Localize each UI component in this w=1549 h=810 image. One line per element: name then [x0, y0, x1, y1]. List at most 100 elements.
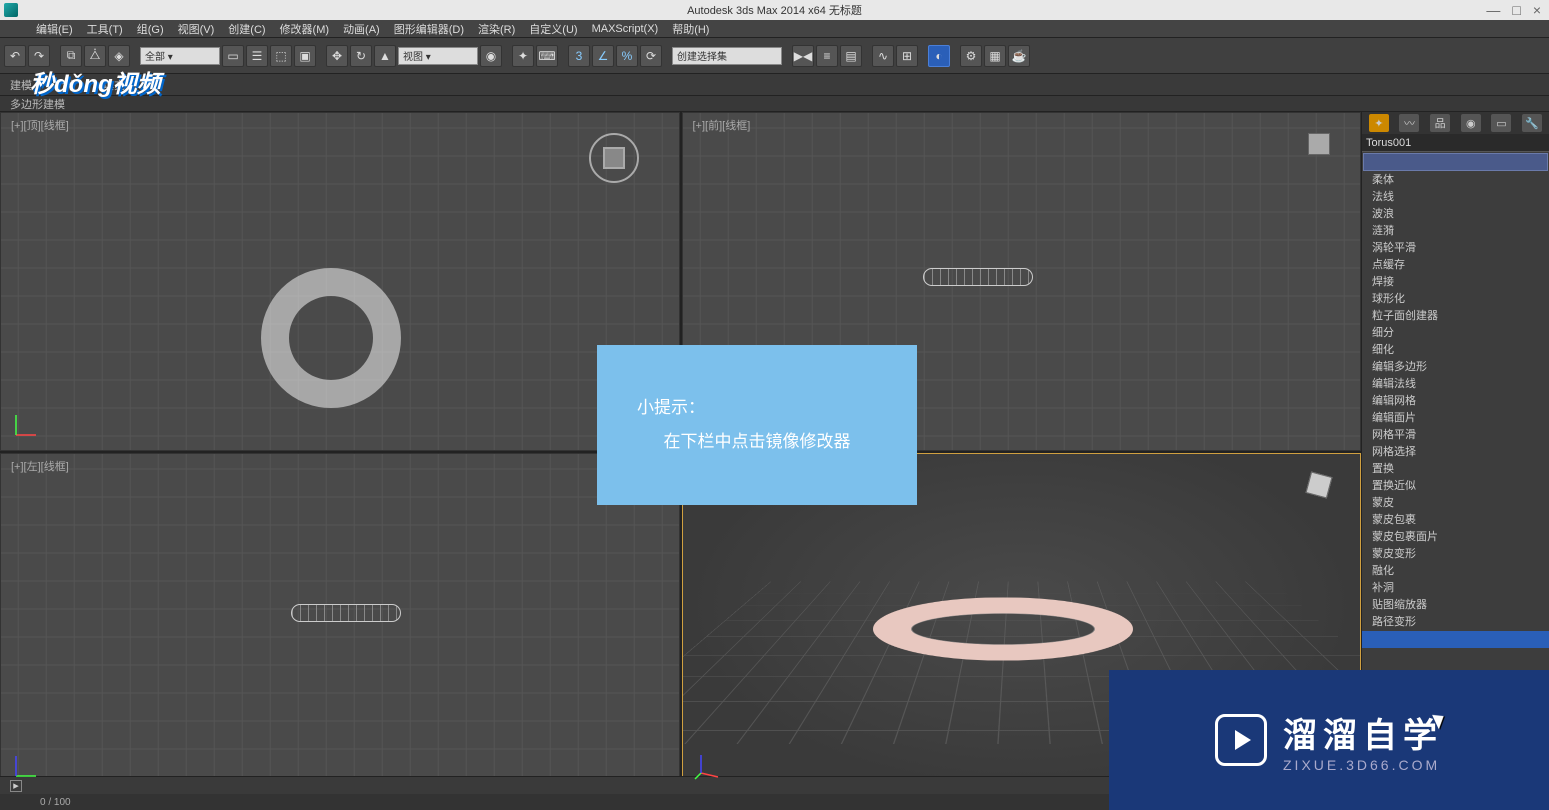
- modifier-item[interactable]: 柔体: [1362, 172, 1549, 189]
- menu-group[interactable]: 组(G): [131, 20, 170, 38]
- torus-wireframe-front: [923, 268, 1033, 286]
- modifier-item[interactable]: 蒙皮包裹: [1362, 512, 1549, 529]
- scale-button[interactable]: ▲: [374, 45, 396, 67]
- maximize-button[interactable]: □: [1512, 2, 1520, 18]
- modifier-item[interactable]: [1362, 631, 1549, 648]
- modifier-item[interactable]: 网格选择: [1362, 444, 1549, 461]
- modifier-item[interactable]: 蒙皮变形: [1362, 546, 1549, 563]
- viewcube-top[interactable]: [589, 133, 639, 183]
- play-selection-button[interactable]: ▸: [10, 780, 22, 792]
- torus-wireframe-left: [291, 604, 401, 622]
- menu-edit[interactable]: 编辑(E): [30, 20, 79, 38]
- pivot-button[interactable]: ◉: [480, 45, 502, 67]
- modifier-item[interactable]: 置换近似: [1362, 478, 1549, 495]
- app-icon: [4, 3, 18, 17]
- modifier-item[interactable]: 编辑面片: [1362, 410, 1549, 427]
- modifier-item[interactable]: [1362, 648, 1549, 665]
- tab-modify-icon[interactable]: 〰: [1399, 114, 1419, 132]
- menu-render[interactable]: 渲染(R): [472, 20, 521, 38]
- viewport-grid: [1, 454, 679, 791]
- mirror-button[interactable]: ▶◀: [792, 45, 814, 67]
- ribbon-tabs: 建模 制 填充: [0, 74, 1549, 96]
- menu-bar: 编辑(E) 工具(T) 组(G) 视图(V) 创建(C) 修改器(M) 动画(A…: [0, 20, 1549, 38]
- modifier-item[interactable]: 网格平滑: [1362, 427, 1549, 444]
- modifier-item[interactable]: 置换: [1362, 461, 1549, 478]
- modifier-dropdown[interactable]: [1363, 153, 1548, 171]
- time-slider-label: 0 / 100: [40, 797, 71, 808]
- ref-coord-dropdown[interactable]: 视图 ▾: [398, 47, 478, 65]
- menu-tools[interactable]: 工具(T): [81, 20, 129, 38]
- modifier-item[interactable]: 涡轮平滑: [1362, 240, 1549, 257]
- keyboard-button[interactable]: ⌨: [536, 45, 558, 67]
- undo-button[interactable]: ↶: [4, 45, 26, 67]
- modifier-item[interactable]: 球形化: [1362, 291, 1549, 308]
- render-setup-button[interactable]: ⚙: [960, 45, 982, 67]
- manipulate-button[interactable]: ✦: [512, 45, 534, 67]
- watermark-overlay: 溜溜自学 ZIXUE.3D66.COM: [1109, 670, 1549, 810]
- play-icon: [1215, 714, 1267, 766]
- select-name-button[interactable]: ☰: [246, 45, 268, 67]
- modifier-item[interactable]: 点缓存: [1362, 257, 1549, 274]
- align-button[interactable]: ≡: [816, 45, 838, 67]
- tab-create-icon[interactable]: ✦: [1369, 114, 1389, 132]
- viewport-label-top[interactable]: [+][顶][线框]: [11, 117, 69, 133]
- menu-create[interactable]: 创建(C): [222, 20, 271, 38]
- move-button[interactable]: ✥: [326, 45, 348, 67]
- viewport-left[interactable]: [+][左][线框]: [0, 453, 680, 792]
- modifier-item[interactable]: 焊接: [1362, 274, 1549, 291]
- ribbon-tab-modeling[interactable]: 建模: [10, 77, 32, 93]
- modifier-item[interactable]: 细化: [1362, 342, 1549, 359]
- viewcube-front[interactable]: [1298, 123, 1340, 165]
- watermark-title: 溜溜自学: [1283, 708, 1443, 757]
- modifier-item[interactable]: 波浪: [1362, 206, 1549, 223]
- angle-snap-button[interactable]: ∠: [592, 45, 614, 67]
- menu-help[interactable]: 帮助(H): [666, 20, 715, 38]
- percent-snap-button[interactable]: %: [616, 45, 638, 67]
- tab-display-icon[interactable]: ▭: [1491, 114, 1511, 132]
- modifier-item[interactable]: 蒙皮包裹面片: [1362, 529, 1549, 546]
- curve-editor-button[interactable]: ∿: [872, 45, 894, 67]
- menu-maxscript[interactable]: MAXScript(X): [586, 22, 665, 36]
- modifier-item[interactable]: 编辑多边形: [1362, 359, 1549, 376]
- menu-view[interactable]: 视图(V): [172, 20, 221, 38]
- viewport-top[interactable]: [+][顶][线框]: [0, 112, 680, 451]
- menu-graph-editors[interactable]: 图形编辑器(D): [388, 20, 470, 38]
- viewcube-perspective[interactable]: [1298, 464, 1340, 506]
- spinner-snap-button[interactable]: ⟳: [640, 45, 662, 67]
- modifier-item[interactable]: 细分: [1362, 325, 1549, 342]
- modifier-item[interactable]: 涟漪: [1362, 223, 1549, 240]
- modifier-item[interactable]: 编辑法线: [1362, 376, 1549, 393]
- modifier-item[interactable]: 融化: [1362, 563, 1549, 580]
- torus-wireframe-top: [261, 268, 401, 408]
- minimize-button[interactable]: —: [1486, 2, 1500, 18]
- viewport-label-front[interactable]: [+][前][线框]: [693, 117, 751, 133]
- rotate-button[interactable]: ↻: [350, 45, 372, 67]
- schematic-button[interactable]: ⊞: [896, 45, 918, 67]
- tab-hierarchy-icon[interactable]: 品: [1430, 114, 1450, 132]
- modifier-item[interactable]: 粒子面创建器: [1362, 308, 1549, 325]
- modifier-item[interactable]: 法线: [1362, 189, 1549, 206]
- modifier-item[interactable]: 补洞: [1362, 580, 1549, 597]
- modifier-item[interactable]: 蒙皮: [1362, 495, 1549, 512]
- command-panel-tabs: ✦ 〰 品 ◉ ▭ 🔧: [1362, 112, 1549, 134]
- select-region-button[interactable]: ⬚: [270, 45, 292, 67]
- menu-modifiers[interactable]: 修改器(M): [274, 20, 336, 38]
- material-editor-button[interactable]: ◐: [928, 45, 950, 67]
- tab-motion-icon[interactable]: ◉: [1461, 114, 1481, 132]
- object-name-field[interactable]: Torus001: [1362, 134, 1549, 152]
- render-frame-button[interactable]: ▦: [984, 45, 1006, 67]
- video-logo-overlay: 秒dǒng视频: [30, 60, 230, 102]
- modifier-item[interactable]: 贴图缩放器: [1362, 597, 1549, 614]
- render-button[interactable]: ☕: [1008, 45, 1030, 67]
- modifier-item[interactable]: 路径变形: [1362, 614, 1549, 631]
- menu-customize[interactable]: 自定义(U): [523, 20, 583, 38]
- viewport-label-left[interactable]: [+][左][线框]: [11, 458, 69, 474]
- snap-toggle-button[interactable]: 3: [568, 45, 590, 67]
- named-selection-dropdown[interactable]: 创建选择集: [672, 47, 782, 65]
- window-crossing-button[interactable]: ▣: [294, 45, 316, 67]
- modifier-item[interactable]: 编辑网格: [1362, 393, 1549, 410]
- tab-utilities-icon[interactable]: 🔧: [1522, 114, 1542, 132]
- menu-animation[interactable]: 动画(A): [337, 20, 386, 38]
- close-button[interactable]: ×: [1533, 2, 1541, 18]
- layer-button[interactable]: ▤: [840, 45, 862, 67]
